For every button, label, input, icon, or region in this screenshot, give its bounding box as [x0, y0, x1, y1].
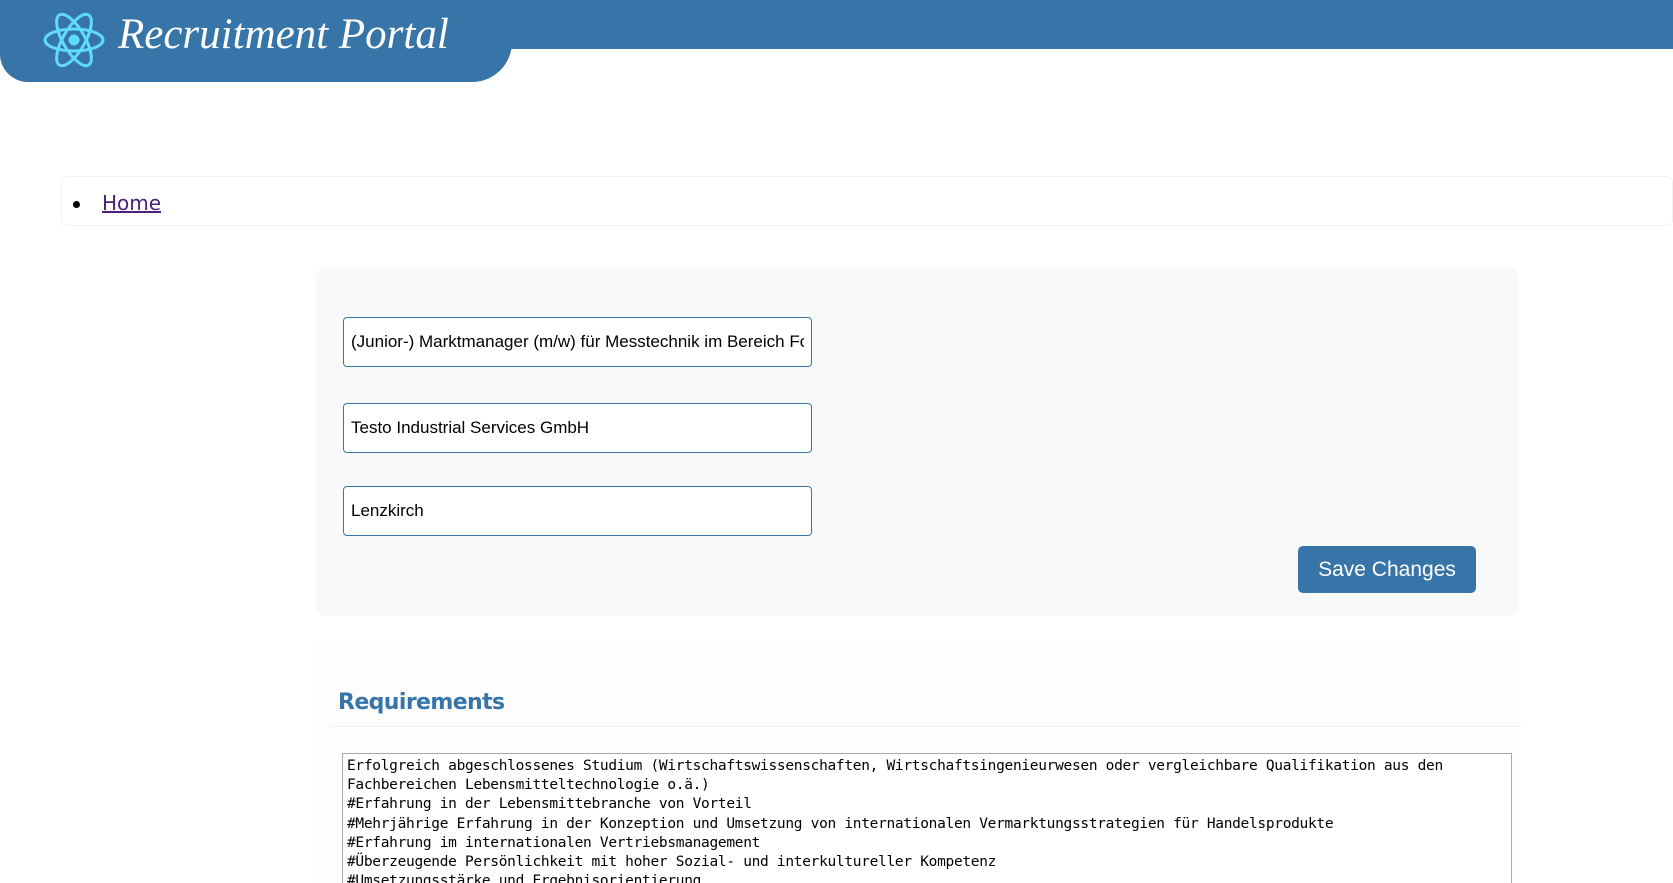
- company-input[interactable]: [343, 403, 812, 453]
- breadcrumb-item: Home: [72, 191, 161, 215]
- job-edit-form: Save Changes: [316, 268, 1519, 616]
- header-brand-tab: Recruitment Portal: [0, 0, 512, 82]
- app-title: Recruitment Portal: [118, 11, 449, 58]
- requirements-heading: Requirements: [338, 690, 505, 715]
- job-title-input[interactable]: [343, 317, 812, 367]
- breadcrumb: Home: [61, 176, 1673, 226]
- location-input[interactable]: [343, 486, 812, 536]
- react-atom-icon: [43, 12, 105, 68]
- requirements-textarea[interactable]: Erfolgreich abgeschlossenes Studium (Wir…: [342, 753, 1512, 883]
- divider: [331, 726, 1521, 727]
- home-link[interactable]: Home: [102, 191, 161, 215]
- save-changes-button[interactable]: Save Changes: [1298, 546, 1476, 593]
- requirements-section: Requirements Erfolgreich abgeschlossenes…: [316, 642, 1521, 883]
